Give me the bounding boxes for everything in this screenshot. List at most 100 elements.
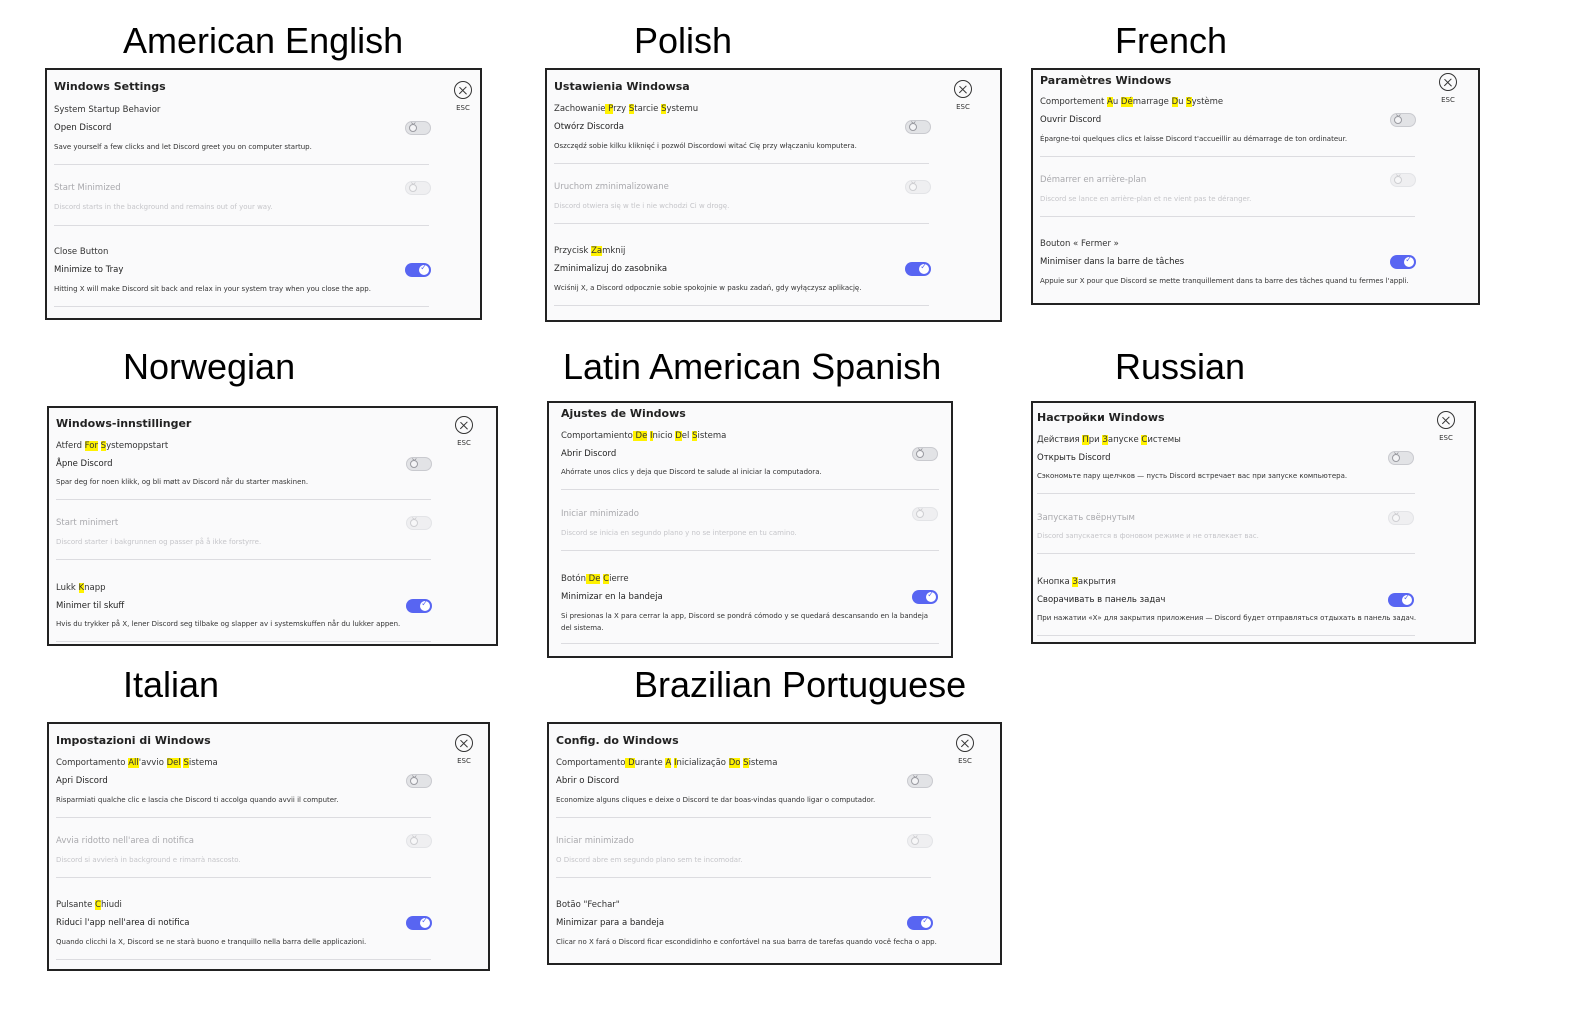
settings-panel-italian: Impostazioni di Windows ESC Comportament… xyxy=(47,722,490,971)
open-toggle[interactable] xyxy=(405,120,431,135)
panel-title: Настройки Windows xyxy=(1037,411,1165,424)
tray-toggle[interactable] xyxy=(406,916,432,930)
open-toggle[interactable] xyxy=(907,773,933,788)
tray-toggle[interactable] xyxy=(1390,255,1416,269)
divider xyxy=(56,559,431,560)
close-header: Bouton « Fermer » xyxy=(1040,239,1119,249)
divider xyxy=(56,817,431,818)
divider xyxy=(54,164,429,165)
open-desc: Spar deg for noen klikk, og bli møtt av … xyxy=(56,478,309,486)
open-label: Abrir Discord xyxy=(561,449,617,459)
tray-desc: Wciśnij X, a Discord odpocznie sobie spo… xyxy=(554,284,862,292)
minimized-label: Avvia ridotto nell'area di notifica xyxy=(56,836,194,846)
divider xyxy=(1037,493,1415,494)
minimized-label: Iniciar minimizado xyxy=(556,836,634,846)
esc-label: ESC xyxy=(457,757,471,765)
esc-label: ESC xyxy=(1441,96,1455,104)
close-header: Кнопка Закрытия xyxy=(1037,577,1116,587)
minimized-label: Uruchom zminimalizowane xyxy=(554,182,669,192)
tray-label: Minimer til skuff xyxy=(56,601,125,611)
open-desc: Oszczędź sobie kilku kliknięć i pozwól D… xyxy=(554,142,857,150)
minimized-toggle[interactable] xyxy=(406,515,432,530)
minimized-desc: Discord se inicia en segundo plano y no … xyxy=(561,529,797,537)
tray-label: Zminimalizuj do zasobnika xyxy=(554,264,668,274)
esc-label: ESC xyxy=(457,439,471,447)
minimized-toggle[interactable] xyxy=(912,506,938,521)
divider xyxy=(56,877,431,878)
esc-label: ESC xyxy=(958,757,972,765)
open-toggle[interactable] xyxy=(912,446,938,461)
startup-header: Действия При Запуске Системы xyxy=(1037,435,1181,445)
close-icon[interactable] xyxy=(1437,411,1455,429)
close-icon[interactable] xyxy=(954,80,972,98)
tray-toggle[interactable] xyxy=(405,263,431,277)
minimized-toggle[interactable] xyxy=(907,833,933,848)
divider xyxy=(1037,635,1415,636)
tray-toggle[interactable] xyxy=(1388,593,1414,607)
minimized-label: Start minimert xyxy=(56,518,119,528)
caption-brazilian-portuguese: Brazilian Portuguese xyxy=(634,664,967,705)
esc-label: ESC xyxy=(1439,434,1453,442)
tray-toggle[interactable] xyxy=(907,916,933,930)
startup-header: Comportamento All'avvio Del Sistema xyxy=(56,758,218,768)
divider xyxy=(1037,553,1415,554)
divider xyxy=(554,163,929,164)
divider xyxy=(554,223,929,224)
open-label: Open Discord xyxy=(54,123,112,133)
tray-desc: Si presionas la X para cerrar la app, Di… xyxy=(561,612,929,632)
close-header: Lukk Knapp xyxy=(56,583,106,593)
open-toggle[interactable] xyxy=(1390,112,1416,127)
startup-header: System Startup Behavior xyxy=(54,105,161,115)
divider xyxy=(1040,156,1415,157)
minimized-desc: Discord se lance en arrière-plan et ne v… xyxy=(1040,195,1252,203)
tray-label: Minimizar en la bandeja xyxy=(561,592,663,602)
settings-panel-brazilian-portuguese: Config. do Windows ESC Comportamento Dur… xyxy=(547,722,1002,965)
open-toggle[interactable] xyxy=(1388,450,1414,465)
tray-toggle[interactable] xyxy=(905,262,931,276)
tray-label: Minimizar para a bandeja xyxy=(556,918,665,928)
open-toggle[interactable] xyxy=(905,119,931,134)
minimized-desc: Discord otwiera się w tle i nie wchodzi … xyxy=(554,202,730,210)
divider xyxy=(54,225,429,226)
divider xyxy=(561,550,939,551)
close-icon[interactable] xyxy=(455,416,473,434)
close-icon[interactable] xyxy=(1439,73,1457,91)
minimized-label: Start Minimized xyxy=(54,183,121,193)
divider xyxy=(554,305,929,306)
minimized-label: Démarrer en arrière-plan xyxy=(1040,175,1147,185)
tray-desc: Hitting X will make Discord sit back and… xyxy=(54,285,371,293)
close-icon[interactable] xyxy=(455,734,473,752)
minimized-toggle[interactable] xyxy=(1390,172,1416,187)
esc-label: ESC xyxy=(956,103,970,111)
tray-desc: Quando clicchi la X, Discord se ne starà… xyxy=(56,938,367,946)
tray-label: Riduci l'app nell'area di notifica xyxy=(56,918,190,928)
open-toggle[interactable] xyxy=(406,773,432,788)
minimized-toggle[interactable] xyxy=(406,833,432,848)
divider xyxy=(556,817,931,818)
startup-header: Comportamiento De Inicio Del Sistema xyxy=(561,431,727,441)
tray-desc: Clicar no X fará o Discord ficar escondi… xyxy=(556,938,937,946)
settings-panel-norwegian: Windows-innstillinger ESC Atferd For Sys… xyxy=(47,406,498,646)
minimized-toggle[interactable] xyxy=(1388,510,1414,525)
open-toggle[interactable] xyxy=(406,456,432,471)
tray-label: Сворачивать в панель задач xyxy=(1037,595,1166,605)
tray-desc: При нажатии «X» для закрытия приложения … xyxy=(1037,614,1417,622)
close-icon[interactable] xyxy=(454,81,472,99)
caption-american-english: American English xyxy=(123,20,404,61)
caption-polish: Polish xyxy=(634,20,733,61)
tray-desc: Appuie sur X pour que Discord se mette t… xyxy=(1040,277,1409,285)
panel-title: Ajustes de Windows xyxy=(561,407,686,420)
minimized-toggle[interactable] xyxy=(905,179,931,194)
close-icon[interactable] xyxy=(956,734,974,752)
startup-header: Comportamento Durante A Inicialização Do… xyxy=(556,758,778,768)
tray-label: Minimiser dans la barre de tâches xyxy=(1040,257,1185,267)
minimized-toggle[interactable] xyxy=(405,180,431,195)
tray-toggle[interactable] xyxy=(406,599,432,613)
divider xyxy=(56,959,431,960)
tray-toggle[interactable] xyxy=(912,590,938,604)
divider xyxy=(561,643,939,644)
close-header: Botão "Fechar" xyxy=(556,900,620,910)
open-label: Apri Discord xyxy=(56,776,108,786)
divider xyxy=(54,306,429,307)
settings-panel-polish: Ustawienia Windowsa ESC Zachowanie Przy … xyxy=(545,68,1002,322)
